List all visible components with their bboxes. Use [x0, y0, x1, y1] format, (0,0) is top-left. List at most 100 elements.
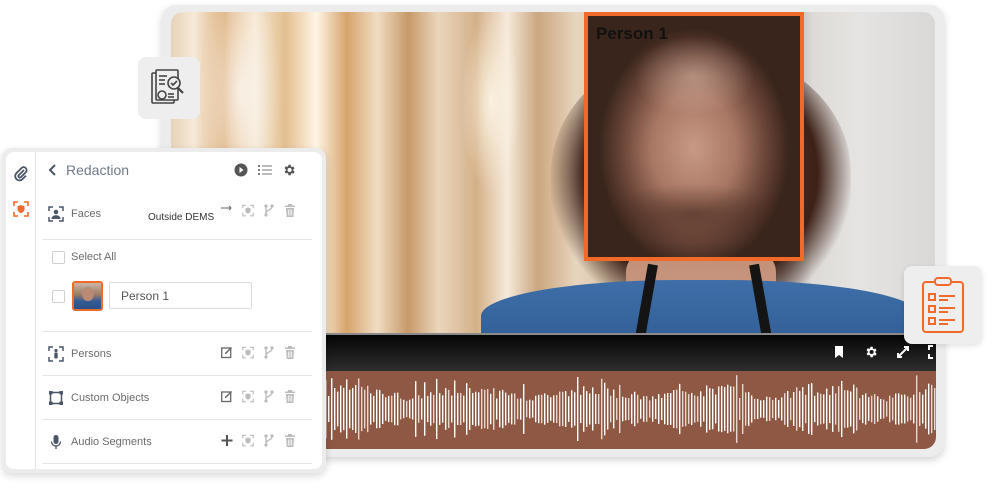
arrow-right-icon[interactable] [221, 204, 233, 217]
waveform-sample [619, 384, 621, 434]
waveform-sample [757, 398, 759, 420]
panel-title: Redaction [66, 162, 130, 178]
waveform-sample [592, 387, 594, 431]
list-icon[interactable] [258, 163, 272, 182]
waveform-sample [652, 396, 654, 422]
face-blur [588, 16, 800, 257]
chevron-left-icon[interactable] [46, 163, 60, 177]
waveform-sample [877, 396, 879, 422]
merge-icon[interactable] [263, 204, 275, 217]
waveform-sample [553, 395, 555, 423]
waveform-sample [559, 391, 561, 427]
redact-icon[interactable] [242, 204, 254, 217]
waveform-sample [745, 392, 747, 426]
waveform-sample [550, 397, 552, 421]
waveform-sample [430, 392, 432, 426]
waveform-sample [454, 380, 456, 438]
section-custom-objects[interactable]: Custom Objects [42, 376, 312, 420]
waveform-sample [781, 397, 783, 421]
waveform-sample [880, 398, 882, 420]
face-redaction-box[interactable]: Person 1 [584, 12, 804, 261]
waveform-sample [517, 398, 519, 420]
edit-icon[interactable] [221, 390, 233, 403]
waveform-sample [793, 392, 795, 426]
section-audio-segments[interactable]: Audio Segments [42, 420, 312, 464]
waveform-sample [928, 383, 930, 435]
waveform-sample [568, 396, 570, 422]
waveform-sample [514, 393, 516, 425]
waveform-sample [640, 399, 642, 419]
waveform-sample [544, 393, 546, 425]
merge-icon[interactable] [263, 390, 275, 403]
bookmark-icon[interactable] [832, 345, 846, 359]
waveform-sample [664, 393, 666, 425]
trash-icon[interactable] [284, 390, 296, 403]
expand-icon[interactable] [896, 345, 910, 359]
waveform-sample [778, 400, 780, 418]
waveform-sample [865, 393, 867, 425]
microphone-icon [48, 434, 64, 450]
waveform-sample [403, 399, 405, 419]
waveform-sample [451, 395, 453, 423]
section-audio-segments-label: Audio Segments [71, 435, 152, 448]
waveform-sample [649, 400, 651, 418]
waveform-sample [541, 394, 543, 424]
fullscreen-icon[interactable] [928, 345, 936, 359]
waveform-sample [709, 388, 711, 430]
gear-icon[interactable] [864, 345, 878, 359]
waveform-sample [388, 395, 390, 423]
waveform-sample [613, 389, 615, 429]
edit-icon[interactable] [221, 346, 233, 359]
waveform-sample [577, 377, 579, 441]
waveform-sample [760, 400, 762, 418]
waveform-sample [370, 393, 372, 425]
select-all-checkbox[interactable] [52, 251, 65, 264]
waveform-sample [910, 397, 912, 421]
waveform-sample [844, 390, 846, 428]
merge-icon[interactable] [263, 434, 275, 447]
face-thumbnail[interactable] [72, 281, 103, 311]
waveform-sample [415, 381, 417, 437]
waveform-sample [679, 383, 681, 435]
waveform-sample [769, 397, 771, 421]
trash-icon[interactable] [284, 434, 296, 447]
section-faces[interactable]: Faces Outside DEMS [42, 188, 312, 240]
waveform-sample [901, 394, 903, 424]
panel-header: Redaction [42, 152, 312, 188]
waveform-sample [889, 395, 891, 423]
waveform-sample [841, 380, 843, 438]
waveform-sample [511, 393, 513, 425]
waveform-sample [460, 393, 462, 425]
trash-icon[interactable] [284, 346, 296, 359]
waveform-sample [367, 385, 369, 433]
plus-icon[interactable] [221, 434, 233, 447]
redact-icon[interactable] [242, 346, 254, 359]
waveform-sample [658, 394, 660, 424]
waveform-sample [472, 393, 474, 425]
checklist-tile [904, 266, 982, 344]
waveform-sample [334, 388, 336, 430]
waveform-sample [457, 392, 459, 426]
clipboard-checklist-icon [922, 277, 964, 333]
redact-icon[interactable] [242, 434, 254, 447]
waveform-sample [358, 378, 360, 440]
play-icon[interactable] [234, 163, 248, 182]
merge-icon[interactable] [263, 346, 275, 359]
face-name-input[interactable] [109, 282, 252, 309]
waveform-sample [763, 400, 765, 418]
waveform-sample [748, 392, 750, 426]
paperclip-icon[interactable] [13, 166, 29, 182]
waveform-sample [493, 388, 495, 430]
trash-icon[interactable] [284, 204, 296, 217]
waveform-sample [535, 395, 537, 423]
waveform-sample [898, 393, 900, 425]
gear-icon[interactable] [282, 163, 296, 182]
waveform-sample [820, 393, 822, 425]
waveform-sample [631, 394, 633, 424]
redaction-shield-icon[interactable] [13, 201, 29, 217]
section-persons[interactable]: Persons [42, 332, 312, 376]
redact-icon[interactable] [242, 390, 254, 403]
face-item-checkbox[interactable] [52, 290, 65, 303]
waveform-sample [829, 394, 831, 424]
waveform-sample [598, 393, 600, 425]
